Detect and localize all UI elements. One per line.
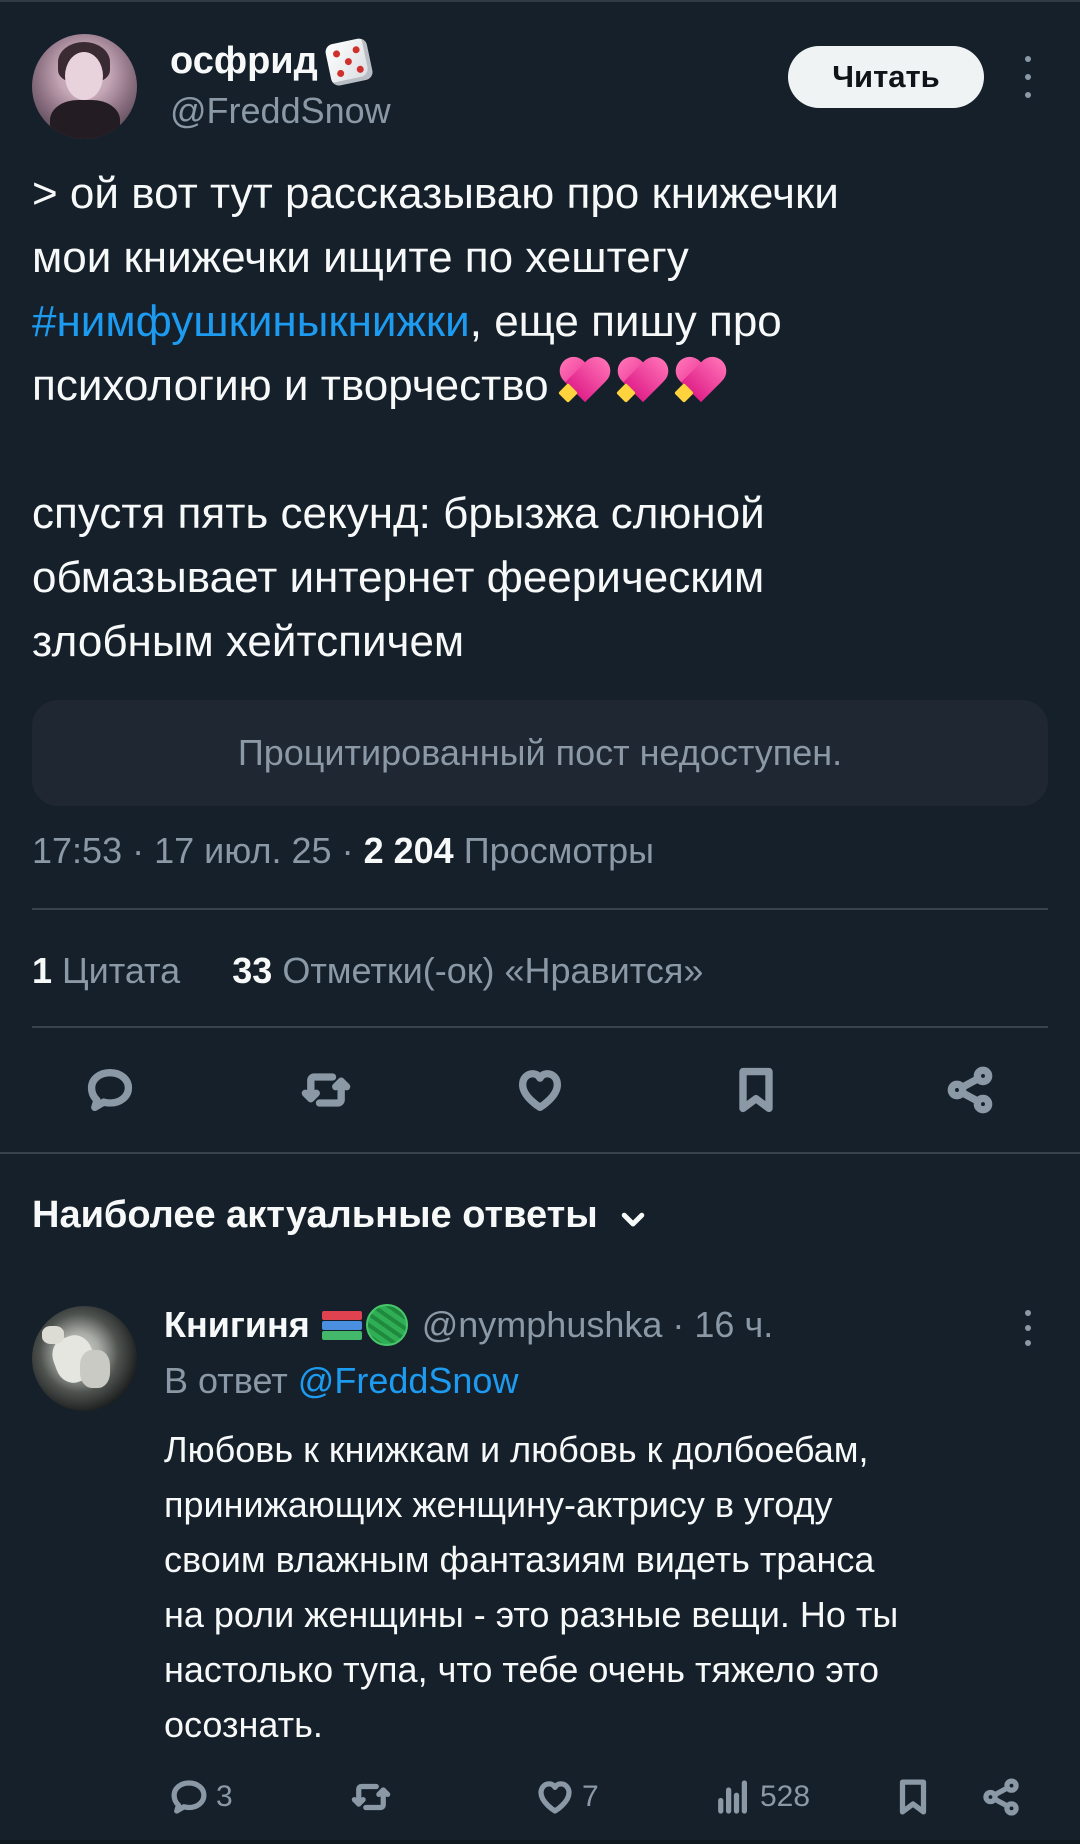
- reply-text-line: Любовь к книжкам и любовь к долбоебам,: [164, 1429, 869, 1470]
- share-icon[interactable]: [940, 1060, 1000, 1120]
- more-options-icon[interactable]: [1018, 56, 1038, 98]
- post-action-bar: [0, 1060, 1080, 1124]
- reply-reply-button[interactable]: 3: [168, 1772, 233, 1822]
- sparkling-heart-icon: [615, 356, 671, 406]
- reply-text-line: своим влажным фантазиям видеть транса: [164, 1539, 875, 1580]
- reply-views-button[interactable]: 528: [712, 1772, 810, 1822]
- author-handle[interactable]: @FreddSnow: [170, 90, 391, 132]
- author-avatar[interactable]: [32, 34, 137, 139]
- views-label: Просмотры: [463, 830, 654, 871]
- quotes-stat[interactable]: 1 Цитата: [32, 950, 180, 991]
- reply-author-name[interactable]: Книгиня: [164, 1304, 310, 1346]
- quoted-post-unavailable: Процитированный пост недоступен.: [32, 700, 1048, 806]
- post-text: > ой вот тут рассказываю про книжечки мо…: [32, 162, 1042, 674]
- post-text-line: злобным хейтспичем: [32, 617, 465, 666]
- reply-text: Любовь к книжкам и любовь к долбоебам, п…: [164, 1422, 1044, 1752]
- bottom-border: [0, 1840, 1080, 1844]
- views-icon: [718, 1780, 747, 1814]
- reply-to-line: В ответ @FreddSnow: [164, 1360, 519, 1401]
- retweet-icon: [351, 1783, 391, 1811]
- replies-header-label: Наиболее актуальные ответы: [32, 1194, 598, 1236]
- post-text-line: мои книжечки ищите по хештегу: [32, 233, 689, 282]
- reply-text-line: принижающих женщину-актрису в угоду: [164, 1484, 833, 1525]
- sparkling-heart-icon: [557, 356, 613, 406]
- follow-button[interactable]: Читать: [788, 46, 984, 108]
- reply-avatar[interactable]: [32, 1306, 137, 1411]
- post-date[interactable]: 17 июл. 25: [154, 830, 331, 871]
- author-name[interactable]: осфрид: [170, 40, 318, 83]
- reply-bookmark-button[interactable]: [892, 1772, 934, 1822]
- reply-share-button[interactable]: [980, 1772, 1022, 1822]
- post-text-line: спустя пять секунд: брызжа слюной: [32, 489, 765, 538]
- yarn-icon: [365, 1304, 408, 1346]
- share-icon: [983, 1778, 1019, 1816]
- reply-text-line: на роли женщины - это разные вещи. Но ты: [164, 1594, 899, 1635]
- post-stats: 1 Цитата 33 Отметки(-ок) «Нравится»: [32, 950, 703, 992]
- post-text-line: > ой вот тут рассказываю про книжечки: [32, 169, 839, 218]
- author-name-row[interactable]: осфрид: [170, 36, 374, 87]
- like-icon: [538, 1781, 572, 1814]
- reply-text-line: настолько тупа, что тебе очень тяжело эт…: [164, 1649, 880, 1690]
- bookmark-icon: [899, 1779, 927, 1815]
- replies-sort-dropdown[interactable]: Наиболее актуальные ответы: [32, 1194, 648, 1237]
- reply-header: Книгиня @nymphushka · 16 ч.: [164, 1304, 774, 1346]
- reply-more-options-icon[interactable]: [1018, 1310, 1038, 1346]
- divider: [32, 908, 1048, 910]
- chevron-down-icon: [618, 1201, 648, 1231]
- reply-retweet-button[interactable]: [350, 1772, 392, 1822]
- top-border: [0, 0, 1080, 2]
- sparkling-heart-icon: [673, 356, 729, 406]
- section-separator: [0, 1152, 1080, 1154]
- reply-text-line: осознать.: [164, 1704, 323, 1745]
- books-icon: [320, 1307, 364, 1343]
- post-text-line: #нимфушкиныкнижки, еще пишу про: [32, 290, 1042, 354]
- reply-action-bar: 3 7 528: [0, 1772, 1080, 1822]
- mention-link[interactable]: @FreddSnow: [298, 1360, 519, 1401]
- reply-like-button[interactable]: 7: [534, 1772, 599, 1822]
- like-icon[interactable]: [510, 1060, 570, 1120]
- reply-author-handle[interactable]: @nymphushka: [422, 1304, 663, 1346]
- dice-icon: [323, 36, 374, 87]
- post-meta: 17:53 · 17 июл. 25 · 2 204 Просмотры: [32, 830, 654, 871]
- reply-icon: [171, 1780, 207, 1814]
- retweet-icon[interactable]: [296, 1060, 356, 1120]
- reply-views-count: 528: [760, 1780, 811, 1813]
- post-text-fragment: , еще пишу про: [469, 297, 782, 346]
- reply-replies-count: 3: [216, 1780, 233, 1813]
- likes-stat[interactable]: 33 Отметки(-ок) «Нравится»: [232, 950, 703, 991]
- divider: [32, 1026, 1048, 1028]
- reply-icon[interactable]: [80, 1060, 140, 1120]
- post-time[interactable]: 17:53: [32, 830, 122, 871]
- post-text-line: психологию и творчество: [32, 354, 1042, 418]
- hearts-emoji-group: [557, 356, 729, 406]
- reply-likes-count: 7: [582, 1780, 599, 1813]
- hashtag-link[interactable]: #нимфушкиныкнижки: [32, 297, 470, 346]
- post-text-line: обмазывает интернет феерическим: [32, 553, 765, 602]
- reply-time[interactable]: 16 ч.: [694, 1304, 773, 1346]
- post-text-fragment: психологию и творчество: [32, 361, 549, 410]
- views-count: 2 204: [363, 830, 454, 871]
- bookmark-icon[interactable]: [726, 1060, 786, 1120]
